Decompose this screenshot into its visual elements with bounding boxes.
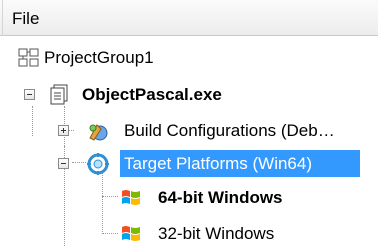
header-divider <box>2 0 3 36</box>
windows-flag-icon <box>122 190 140 205</box>
column-header[interactable]: File <box>0 0 378 36</box>
windows-flag-icon <box>122 226 140 241</box>
expand-toggle[interactable] <box>58 125 69 136</box>
build-config-icon <box>89 124 108 141</box>
tree-item-label: ObjectPascal.exe <box>82 85 222 104</box>
project-group-icon <box>18 48 39 67</box>
tree-item-label: 32-bit Windows <box>158 224 275 243</box>
project-tree[interactable]: ProjectGroup1 ObjectPascal.exe Build Con… <box>0 36 378 246</box>
tree-item-label: 64-bit Windows <box>158 188 283 207</box>
tree-item-label: ProjectGroup1 <box>44 48 154 67</box>
header-label: File <box>12 9 40 28</box>
project-file-icon <box>50 84 68 105</box>
tree-item-objectpascal[interactable]: ObjectPascal.exe <box>0 80 378 110</box>
target-platform-icon <box>87 153 109 175</box>
tree-item-target-platforms[interactable]: Target Platforms (Win64) <box>0 149 378 179</box>
tree-item-build-configurations[interactable]: Build Configurations (Deb… <box>0 116 378 146</box>
collapse-toggle[interactable] <box>24 89 35 100</box>
tree-item-label: Target Platforms (Win64) <box>124 154 312 173</box>
tree-item-projectgroup[interactable]: ProjectGroup1 <box>0 43 378 73</box>
tree-item-64bit-windows[interactable]: 64-bit Windows <box>0 183 378 213</box>
tree-item-label: Build Configurations (Deb… <box>124 121 335 140</box>
collapse-toggle[interactable] <box>58 158 69 169</box>
